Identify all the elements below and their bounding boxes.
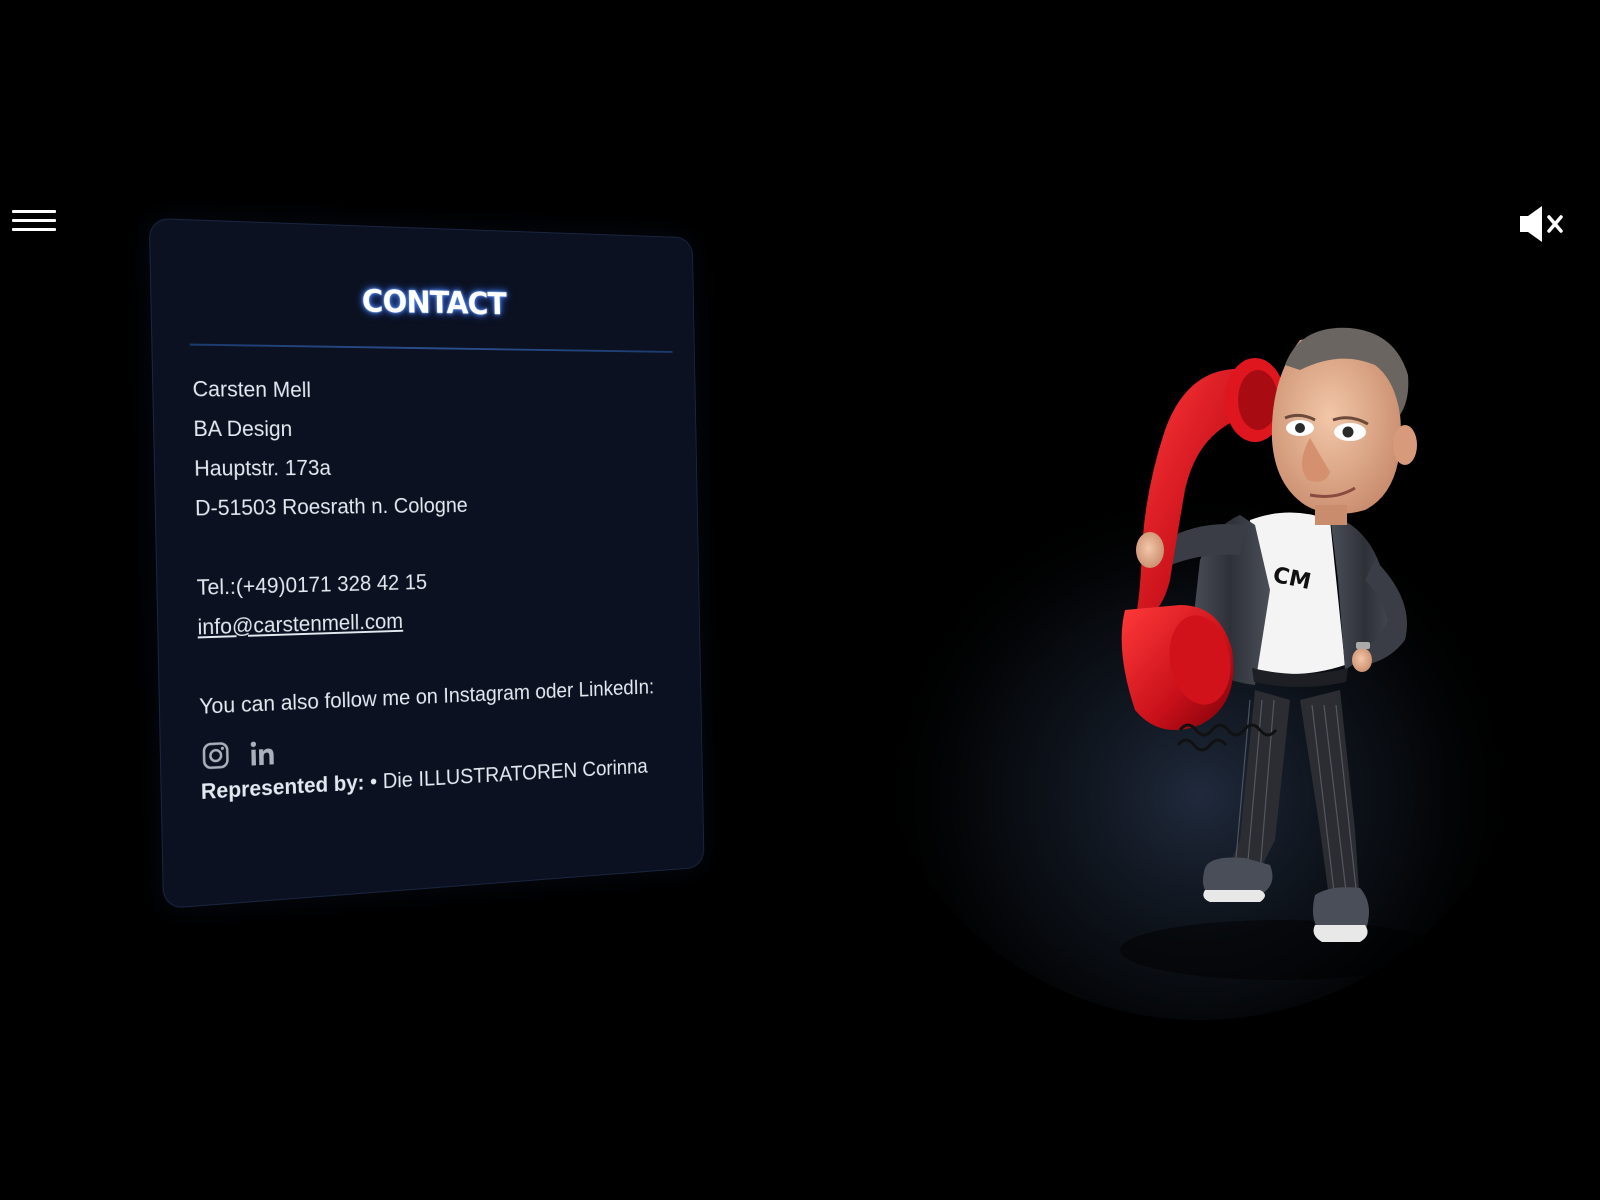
title-divider [189, 343, 673, 353]
contact-email-link[interactable]: info@carstenmell.com [197, 609, 403, 640]
contact-name: Carsten Mell [192, 376, 312, 402]
caricature-figure: CM [870, 327, 1530, 1020]
contact-company: BA Design [193, 416, 293, 441]
mute-toggle-button[interactable] [1518, 204, 1568, 244]
contact-card-wrapper: CONTACT Carsten Mell BA Design Hauptstr.… [148, 217, 790, 918]
contact-details: Carsten Mell BA Design Hauptstr. 173a D-… [192, 369, 685, 811]
menu-line [12, 219, 56, 222]
linkedin-icon[interactable] [248, 737, 279, 770]
contact-page: CONTACT Carsten Mell BA Design Hauptstr.… [0, 0, 1600, 1200]
speaker-muted-icon [1520, 206, 1563, 242]
contact-card: CONTACT Carsten Mell BA Design Hauptstr.… [148, 217, 705, 910]
represented-value[interactable]: • Die ILLUSTRATOREN Corinna [370, 754, 648, 794]
contact-street: Hauptstr. 173a [194, 455, 332, 481]
hamburger-menu-icon[interactable] [12, 210, 56, 236]
represented-label: Represented by: [200, 770, 365, 804]
menu-line [12, 210, 56, 213]
instagram-icon[interactable] [200, 739, 232, 772]
menu-line [12, 228, 56, 231]
contact-title: CONTACT [361, 282, 507, 323]
figure-shadow [1120, 920, 1440, 980]
